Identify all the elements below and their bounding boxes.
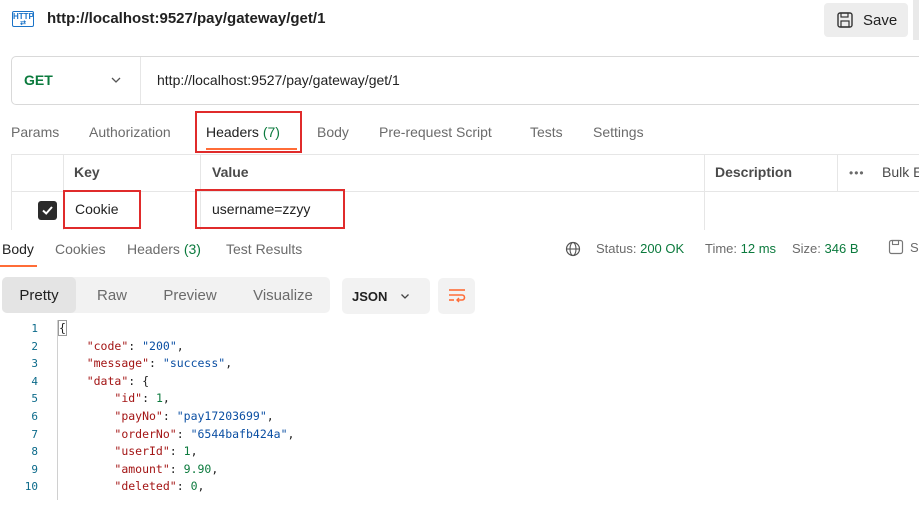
format-select-value: JSON xyxy=(352,288,388,304)
view-visualize-button[interactable]: Visualize xyxy=(240,277,326,313)
save-button[interactable]: Save xyxy=(824,3,908,37)
line-number: 2 xyxy=(31,339,38,353)
code-text: "id": 1, xyxy=(114,391,170,406)
code-line: 3 "message": "success", xyxy=(0,355,919,373)
code-text: "data": { xyxy=(86,373,150,388)
code-line: 2 "code": "200", xyxy=(0,338,919,356)
url-bar: GET http://localhost:9527/pay/gateway/ge… xyxy=(11,56,919,105)
format-select[interactable]: JSON xyxy=(342,278,430,314)
line-number: 9 xyxy=(31,462,38,476)
globe-icon[interactable] xyxy=(565,241,581,257)
status-label: Status: xyxy=(596,241,637,256)
url-divider xyxy=(140,57,141,104)
view-raw-button[interactable]: Raw xyxy=(82,277,142,313)
more-actions-edge[interactable] xyxy=(913,0,919,40)
code-line: 8 "userId": 1, xyxy=(0,443,919,461)
code-text: "amount": 9.90, xyxy=(114,461,219,476)
view-preview-button[interactable]: Preview xyxy=(152,277,228,313)
response-tabs: Body Cookies Headers (3) Test Results xyxy=(0,237,919,265)
code-text: "userId": 1, xyxy=(114,444,198,459)
code-text: { xyxy=(58,320,67,336)
column-header-value: Value xyxy=(212,164,249,180)
code-line: 7 "orderNo": "6544bafb424a", xyxy=(0,426,919,444)
code-text: "orderNo": "6544bafb424a", xyxy=(114,426,295,441)
wrap-lines-icon xyxy=(449,289,466,303)
line-number: 7 xyxy=(31,427,38,441)
tab-pre-request-script[interactable]: Pre-request Script xyxy=(379,124,492,140)
code-line: 10 "deleted": 0, xyxy=(0,478,919,496)
method-select[interactable]: GET xyxy=(24,72,53,88)
resp-tab-headers-count: (3) xyxy=(183,241,201,257)
bulk-edit-link[interactable]: Bulk E xyxy=(882,164,919,180)
chevron-down-icon[interactable] xyxy=(109,73,123,87)
more-options-icon[interactable]: ••• xyxy=(849,166,865,180)
resp-tab-headers-label: Headers xyxy=(127,241,180,257)
time-label: Time: xyxy=(705,241,738,256)
view-pretty-button[interactable]: Pretty xyxy=(2,277,76,313)
code-line: 5 "id": 1, xyxy=(0,390,919,408)
response-body-editor[interactable]: 1{2 "code": "200", 3 "message": "success"… xyxy=(0,320,919,500)
request-tabs: Params Authorization Headers (7) Body Pr… xyxy=(0,120,919,148)
url-input[interactable]: http://localhost:9527/pay/gateway/get/1 xyxy=(157,72,400,88)
line-number: 1 xyxy=(31,322,38,335)
chevron-down-icon xyxy=(401,294,410,299)
request-header-bar: HTTP ⇄ http://localhost:9527/pay/gateway… xyxy=(0,0,919,40)
save-label: Save xyxy=(863,11,898,29)
active-response-tab-indicator xyxy=(0,265,37,267)
code-text: "payNo": "pay17203699", xyxy=(114,409,274,423)
size-readout[interactable]: Size: 346 B xyxy=(792,241,859,256)
code-line: 6 "payNo": "pay17203699", xyxy=(0,408,919,426)
active-tab-indicator xyxy=(206,148,297,150)
header-value-input[interactable]: username=zzyy xyxy=(212,201,310,217)
headers-table: Key Value Description ••• Bulk E Cookie … xyxy=(11,154,919,230)
resp-tab-body[interactable]: Body xyxy=(2,241,34,257)
code-text: "deleted": 0, xyxy=(114,479,205,494)
line-number: 3 xyxy=(31,357,38,371)
resp-tab-test-results[interactable]: Test Results xyxy=(226,241,302,257)
header-key-input[interactable]: Cookie xyxy=(75,201,119,217)
save-icon xyxy=(837,12,853,28)
code-text: "message": "success", xyxy=(86,356,233,371)
request-title[interactable]: http://localhost:9527/pay/gateway/get/1 xyxy=(47,10,325,27)
status-readout[interactable]: Status: 200 OK xyxy=(596,241,684,256)
tab-authorization[interactable]: Authorization xyxy=(89,124,171,140)
tab-headers-label: Headers xyxy=(206,124,259,140)
column-header-key: Key xyxy=(74,164,100,180)
save-response-icon[interactable] xyxy=(888,239,904,255)
line-number: 8 xyxy=(31,445,38,459)
http-request-icon: HTTP ⇄ xyxy=(12,11,34,27)
line-number: 4 xyxy=(31,374,38,388)
save-response-label[interactable]: S xyxy=(910,240,919,255)
tab-headers-count: (7) xyxy=(262,124,280,140)
wrap-lines-button[interactable] xyxy=(438,278,475,314)
time-value: 12 ms xyxy=(740,241,777,256)
size-value: 346 B xyxy=(824,241,859,256)
code-line: 9 "amount": 9.90, xyxy=(0,461,919,479)
line-number: 10 xyxy=(24,480,38,494)
tab-settings[interactable]: Settings xyxy=(593,124,644,140)
code-line: 4 "data": { xyxy=(0,373,919,391)
tab-body[interactable]: Body xyxy=(317,124,349,140)
status-value: 200 OK xyxy=(640,241,685,256)
header-row-checkbox[interactable] xyxy=(38,201,57,220)
resp-tab-headers[interactable]: Headers (3) xyxy=(127,241,201,257)
code-line: 1{ xyxy=(0,320,919,338)
tab-tests[interactable]: Tests xyxy=(530,124,563,140)
size-label: Size: xyxy=(792,241,821,256)
resp-tab-cookies[interactable]: Cookies xyxy=(55,241,106,257)
column-header-description: Description xyxy=(715,164,793,180)
view-mode-group: Pretty Raw Preview Visualize xyxy=(2,277,330,313)
time-readout[interactable]: Time: 12 ms xyxy=(705,241,776,256)
check-icon xyxy=(42,206,53,215)
code-text: "code": "200", xyxy=(86,338,184,353)
line-number: 5 xyxy=(31,392,38,406)
tab-params[interactable]: Params xyxy=(11,124,59,140)
line-number: 6 xyxy=(31,410,38,423)
tab-headers[interactable]: Headers (7) xyxy=(206,124,280,140)
